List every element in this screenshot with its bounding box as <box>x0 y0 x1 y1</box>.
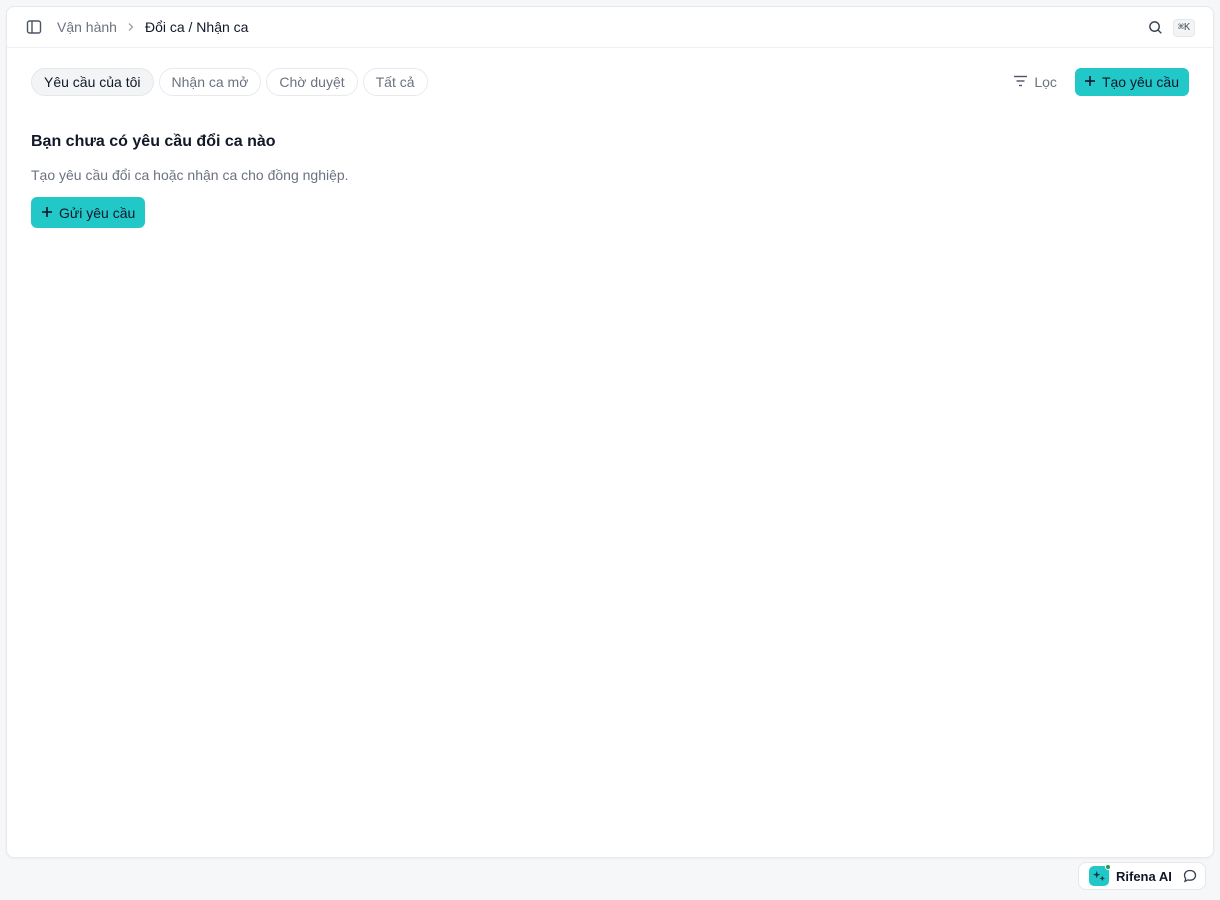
search-icon[interactable] <box>1147 19 1165 37</box>
online-status-dot <box>1105 864 1111 870</box>
toolbar-actions: Lọc Tạo yêu cầu <box>1013 68 1189 96</box>
create-request-label: Tạo yêu cầu <box>1101 74 1179 90</box>
topbar-actions: ⌘K <box>1147 7 1195 48</box>
chat-bubble-icon <box>1183 869 1197 883</box>
chevron-right-icon <box>127 22 135 32</box>
filter-label: Lọc <box>1034 74 1057 90</box>
send-request-button[interactable]: Gửi yêu cầu <box>31 197 146 228</box>
ai-assistant-label: Rifena AI <box>1116 868 1172 884</box>
search-shortcut-badge[interactable]: ⌘K <box>1172 18 1195 37</box>
tab-group: Yêu cầu của tôi Nhận ca mở Chờ duyệt Tất… <box>31 68 428 96</box>
tab-open-shifts[interactable]: Nhận ca mở <box>158 68 262 96</box>
tab-pending[interactable]: Chờ duyệt <box>266 68 358 96</box>
empty-state-title: Bạn chưa có yêu cầu đổi ca nào <box>31 133 276 150</box>
empty-state: Bạn chưa có yêu cầu đổi ca nào Tạo yêu c… <box>31 133 349 228</box>
sidebar-toggle-icon[interactable] <box>25 18 43 36</box>
filter-icon <box>1013 74 1028 90</box>
plus-icon <box>1084 74 1096 90</box>
filter-button[interactable]: Lọc <box>1013 74 1057 90</box>
breadcrumb-current: Đổi ca / Nhận ca <box>144 19 249 35</box>
top-bar: Vận hành Đổi ca / Nhận ca ⌘K <box>7 7 1213 48</box>
empty-state-description: Tạo yêu cầu đổi ca hoặc nhận ca cho đồng… <box>31 167 349 183</box>
main-panel: Vận hành Đổi ca / Nhận ca ⌘K Yêu cầu của… <box>6 6 1214 858</box>
toolbar: Yêu cầu của tôi Nhận ca mở Chờ duyệt Tất… <box>31 67 1189 97</box>
breadcrumb-parent[interactable]: Vận hành <box>57 19 117 35</box>
breadcrumb: Vận hành Đổi ca / Nhận ca <box>57 19 248 35</box>
sparkle-icon <box>1089 864 1111 886</box>
tab-all[interactable]: Tất cả <box>362 68 428 96</box>
ai-assistant-button[interactable]: Rifena AI <box>1078 862 1206 890</box>
send-request-label: Gửi yêu cầu <box>59 204 136 221</box>
plus-icon <box>41 205 53 221</box>
tab-my-requests[interactable]: Yêu cầu của tôi <box>31 68 154 96</box>
create-request-button[interactable]: Tạo yêu cầu <box>1074 68 1189 96</box>
